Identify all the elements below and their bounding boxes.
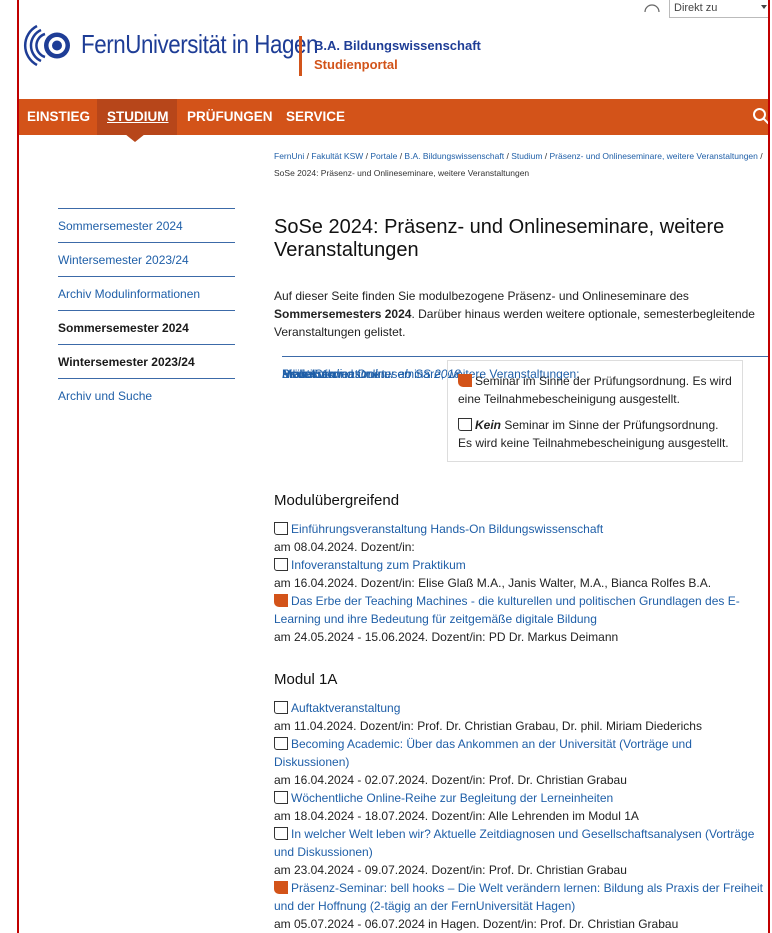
sidebar-item-seminare-wise-2023[interactable]: Wintersemester 2023/24	[58, 344, 235, 378]
brand-divider	[299, 36, 302, 76]
event-item: Einführungsveranstaltung Hands-On Bildun…	[274, 520, 768, 556]
event-title-link[interactable]: Das Erbe der Teaching Machines - die kul…	[274, 594, 740, 626]
seminar-empty-icon	[458, 418, 472, 431]
sidebar: Modulinformationen: Sommersemester 2024 …	[27, 208, 768, 412]
breadcrumb-separator: /	[757, 151, 763, 161]
nav-item-studium[interactable]: STUDIUM	[97, 99, 177, 135]
breadcrumb-current: SoSe 2024: Präsenz- und Onlineseminare, …	[274, 168, 530, 178]
event-info: am 24.05.2024 - 15.06.2024. Dozent/in: P…	[274, 630, 619, 644]
legend-seminar: Seminar im Sinne der Prüfungsordnung. Es…	[458, 372, 732, 408]
site-header: FernUniversität in Hagen B.A. Bildungswi…	[19, 0, 768, 97]
event-list: Auftaktveranstaltung am 11.04.2024. Dozen…	[274, 699, 768, 933]
brand-name[interactable]: FernUniversität in Hagen	[81, 29, 318, 60]
event-title-link[interactable]: Becoming Academic: Über das Ankommen an …	[274, 737, 692, 769]
event-item: Präsenz-Seminar: bell hooks – Die Welt v…	[274, 879, 768, 933]
sidebar-item-modul-sose-2024[interactable]: Sommersemester 2024	[58, 208, 235, 242]
search-icon[interactable]	[752, 107, 770, 125]
nav-active-pointer	[125, 134, 145, 142]
event-info: am 05.07.2024 - 06.07.2024 in Hagen. Doz…	[274, 917, 679, 931]
seminar-empty-icon	[274, 558, 288, 571]
event-info: am 11.04.2024. Dozent/in: Prof. Dr. Chri…	[274, 719, 702, 733]
page-title: SoSe 2024: Präsenz- und Onlineseminare, …	[274, 216, 725, 261]
seminar-empty-icon	[274, 701, 288, 714]
breadcrumb-link-seminare[interactable]: Präsenz- und Onlineseminare, weitere Ver…	[550, 151, 758, 161]
legend-kein-word: Kein	[475, 418, 502, 432]
sections: Modulübergreifend Einführungsveranstaltun…	[274, 491, 768, 933]
breadcrumb-link-studium[interactable]: Studium	[511, 151, 542, 161]
seminar-empty-icon	[274, 791, 288, 804]
breadcrumb-link-fakultaet[interactable]: Fakultät KSW	[311, 151, 363, 161]
seminar-empty-icon	[274, 737, 288, 750]
event-title-link[interactable]: Präsenz-Seminar: bell hooks – Die Welt v…	[274, 881, 763, 913]
main-content: FernUni / Fakultät KSW / Portale / B.A. …	[274, 148, 768, 933]
event-title-link[interactable]: Einführungsveranstaltung Hands-On Bildun…	[291, 522, 603, 536]
direct-select[interactable]: Direkt zu	[669, 0, 768, 18]
event-title-link[interactable]: Infoveranstaltung zum Praktikum	[291, 558, 466, 572]
sidebar-item-archiv-modulinformationen[interactable]: Archiv Modulinformationen	[58, 276, 235, 310]
direct-select-label: Direkt zu	[674, 2, 718, 14]
event-title-link[interactable]: In welcher Welt leben wir? Aktuelle Zeit…	[274, 827, 754, 859]
main-nav: EINSTIEG STUDIUM PRÜFUNGEN SERVICE	[19, 99, 770, 135]
seminar-filled-icon	[458, 374, 472, 387]
seminar-empty-icon	[274, 522, 288, 535]
breadcrumb: FernUni / Fakultät KSW / Portale / B.A. …	[274, 148, 768, 182]
portal-name[interactable]: Studienportal	[314, 57, 398, 72]
nav-item-einstieg[interactable]: EINSTIEG	[19, 99, 97, 135]
page-frame: FernUniversität in Hagen B.A. Bildungswi…	[17, 0, 770, 933]
event-item: In welcher Welt leben wir? Aktuelle Zeit…	[274, 825, 768, 879]
event-info: am 23.04.2024 - 09.07.2024. Dozent/in: P…	[274, 863, 627, 877]
legend-seminar-text: Seminar im Sinne der Prüfungsordnung. Es…	[458, 374, 732, 406]
chevron-down-icon	[761, 5, 767, 9]
event-info: am 18.04.2024 - 18.07.2024. Dozent/in: A…	[274, 809, 639, 823]
legend-kein-seminar: Kein Seminar im Sinne der Prüfungsordnun…	[458, 416, 732, 452]
breadcrumb-link-portale[interactable]: Portale	[370, 151, 397, 161]
event-section: Modulübergreifend Einführungsveranstaltun…	[274, 491, 768, 646]
event-info: am 16.04.2024. Dozent/in: Elise Glaß M.A…	[274, 576, 712, 590]
event-item: Das Erbe der Teaching Machines - die kul…	[274, 592, 768, 646]
program-name[interactable]: B.A. Bildungswissenschaft	[314, 38, 481, 53]
legend-box: Seminar im Sinne der Prüfungsordnung. Es…	[447, 360, 743, 462]
sidebar-item-seminare-sose-2024[interactable]: Sommersemester 2024	[58, 310, 235, 344]
section-title: Modulübergreifend	[274, 492, 400, 509]
event-info: am 16.04.2024 - 02.07.2024. Dozent/in: P…	[274, 773, 627, 787]
seminar-empty-icon	[274, 827, 288, 840]
event-item: Auftaktveranstaltung am 11.04.2024. Dozen…	[274, 699, 768, 735]
event-item: Wöchentliche Online-Reihe zur Begleitung…	[274, 789, 768, 825]
fernuni-logo-icon[interactable]	[21, 18, 76, 73]
event-title-link[interactable]: Auftaktveranstaltung	[291, 701, 400, 715]
seminar-filled-icon	[274, 881, 288, 894]
event-item: Becoming Academic: Über das Ankommen an …	[274, 735, 768, 789]
intro-part: Auf dieser Seite finden Sie modulbezogen…	[274, 289, 689, 303]
section-title: Modul 1A	[274, 671, 338, 688]
event-list: Einführungsveranstaltung Hands-On Bildun…	[274, 520, 768, 646]
intro-text: Auf dieser Seite finden Sie modulbezogen…	[274, 287, 768, 341]
breadcrumb-link-ba[interactable]: B.A. Bildungswissenschaft	[404, 151, 504, 161]
breadcrumb-link-fernuni[interactable]: FernUni	[274, 151, 304, 161]
event-section: Modul 1A Auftaktveranstaltung am 11.04.202…	[274, 670, 768, 933]
intro-bold: Sommersemesters 2024	[274, 307, 412, 321]
nav-item-service[interactable]: SERVICE	[286, 99, 356, 135]
event-item: Infoveranstaltung zum Praktikum am 16.04.…	[274, 556, 768, 592]
sidebar-item-modul-wise-2023[interactable]: Wintersemester 2023/24	[58, 242, 235, 276]
nav-item-pruefungen[interactable]: PRÜFUNGEN	[187, 99, 277, 135]
event-info: am 08.04.2024. Dozent/in:	[274, 540, 415, 554]
sidebar-item-archiv-suche[interactable]: Archiv und Suche	[58, 378, 235, 412]
user-icon[interactable]	[644, 2, 660, 12]
breadcrumb-separator: /	[542, 151, 550, 161]
event-title-link[interactable]: Wöchentliche Online-Reihe zur Begleitung…	[291, 791, 613, 805]
seminar-filled-icon	[274, 594, 288, 607]
